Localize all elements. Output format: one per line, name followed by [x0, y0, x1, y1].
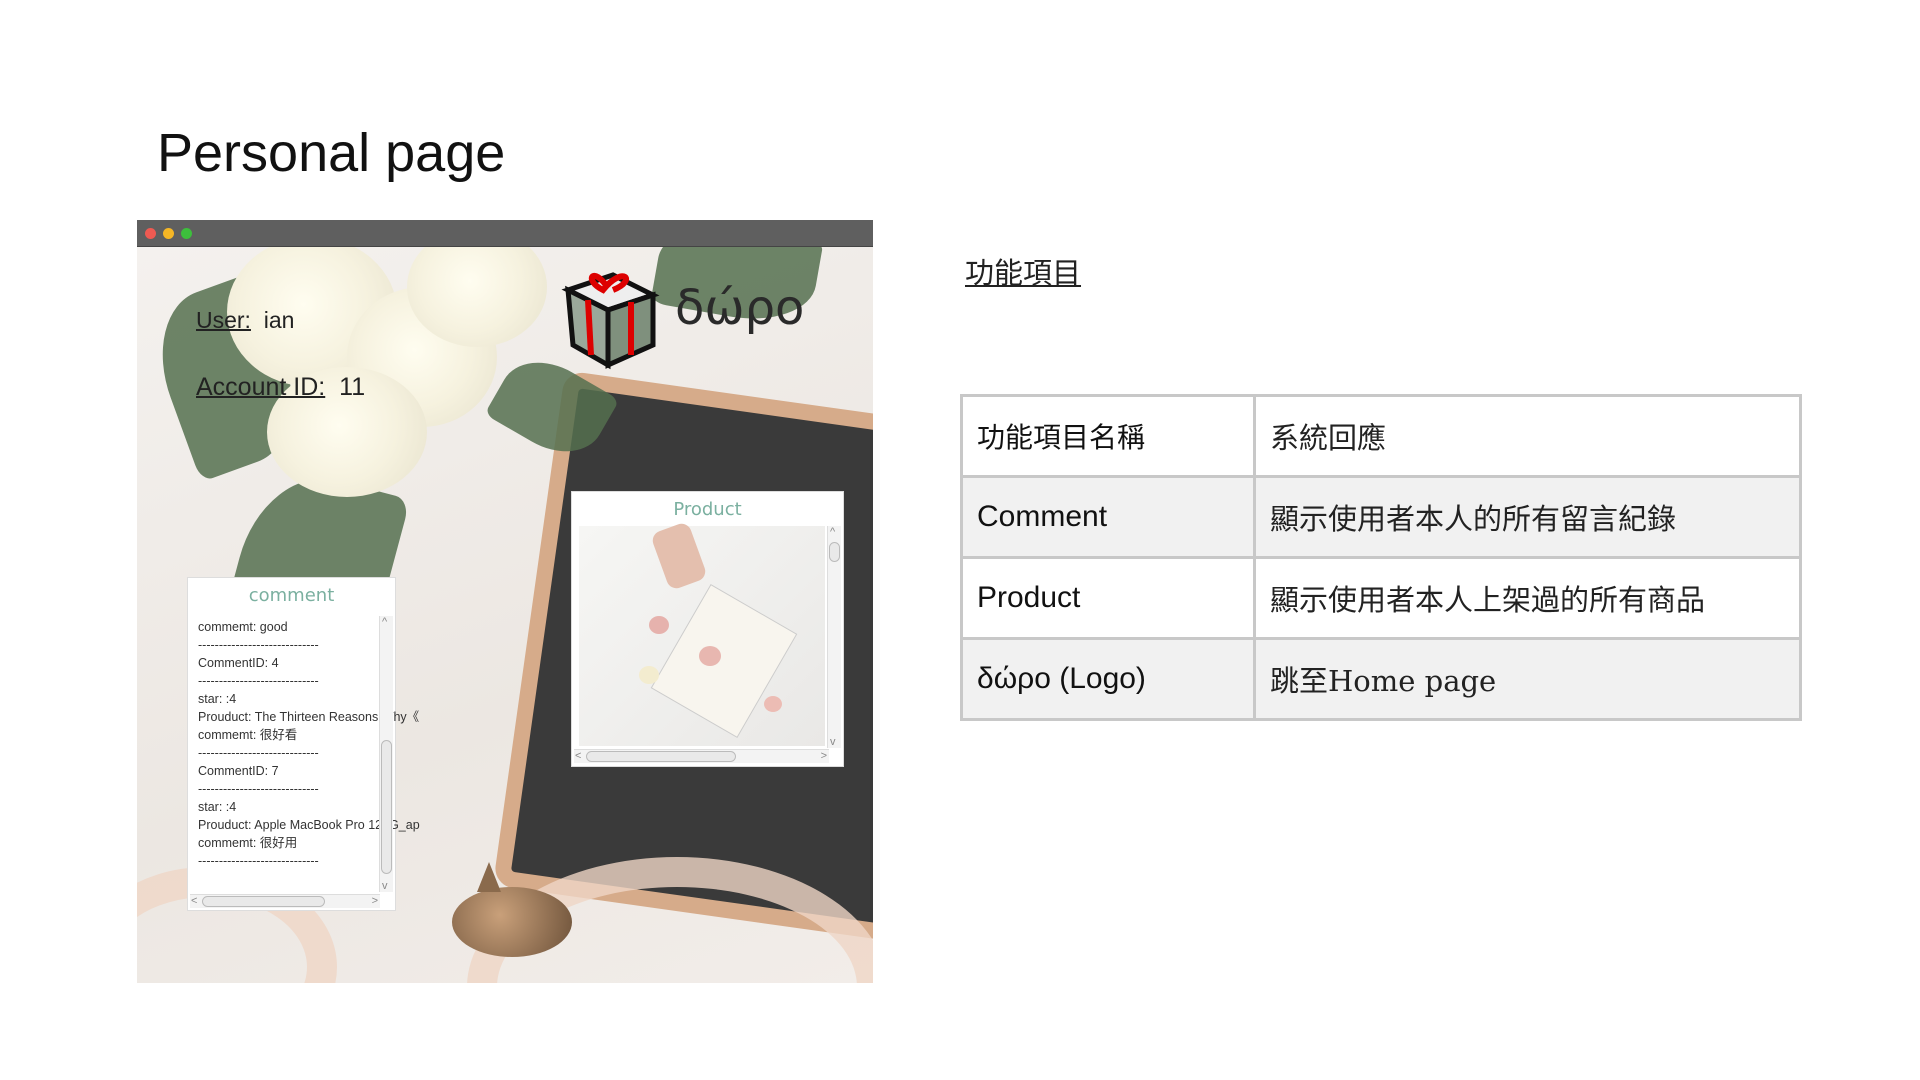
comment-line: Prouduct: Apple MacBook Pro 128G_ap — [198, 818, 420, 832]
window-titlebar — [137, 220, 873, 247]
features-table: 功能項目名稱 系統回應 Comment 顯示使用者本人的所有留言紀錄 Produ… — [960, 394, 1802, 721]
scroll-right-icon[interactable]: > — [821, 750, 827, 762]
comment-line: ----------------------------- — [198, 854, 319, 868]
table-row: Comment 顯示使用者本人的所有留言紀錄 — [960, 475, 1802, 559]
table-header-row: 功能項目名稱 系統回應 — [960, 394, 1802, 478]
comment-line: commemt: good — [198, 620, 288, 634]
comment-line: CommentID: 7 — [198, 764, 279, 778]
comment-line: star: :4 — [198, 692, 237, 706]
scroll-up-icon[interactable]: ^ — [830, 526, 835, 538]
comment-line: commemt: 很好看 — [198, 728, 298, 742]
scroll-right-icon[interactable]: > — [372, 895, 378, 907]
feature-name-cell: δώρο (Logo) — [960, 637, 1256, 721]
table-row: δώρο (Logo) 跳至Home page — [960, 637, 1802, 721]
user-value: ian — [263, 307, 295, 333]
scroll-left-icon[interactable]: < — [575, 750, 581, 762]
comment-line: CommentID: 4 — [198, 656, 279, 670]
comment-vertical-scrollbar[interactable]: ^ v — [379, 616, 393, 892]
scroll-down-icon[interactable]: v — [830, 736, 836, 748]
comment-line: ----------------------------- — [198, 638, 319, 652]
header-cell: 功能項目名稱 — [960, 394, 1256, 478]
comment-line: star: :4 — [198, 800, 237, 814]
logo-text[interactable]: δώρο — [675, 280, 804, 336]
feature-response-cell: 顯示使用者本人的所有留言紀錄 — [1253, 475, 1802, 559]
product-horizontal-scrollbar[interactable]: < > — [574, 749, 829, 763]
scroll-up-icon[interactable]: ^ — [382, 616, 387, 628]
scroll-thumb[interactable] — [586, 751, 736, 762]
product-panel-title: Product — [673, 499, 742, 520]
comment-line: commemt: 很好用 — [198, 836, 298, 850]
minimize-window-button[interactable] — [163, 228, 174, 239]
comment-line: ----------------------------- — [198, 782, 319, 796]
feature-response-cell: 顯示使用者本人上架過的所有商品 — [1253, 556, 1802, 640]
background-photo: User: ian Account ID: 11 δώρο Product ^ — [137, 247, 873, 983]
feature-response-cell: 跳至Home page — [1253, 637, 1802, 721]
comment-line: ----------------------------- — [198, 674, 319, 688]
slide-title: Personal page — [157, 123, 506, 183]
product-panel: Product ^ v < > — [571, 491, 844, 767]
app-window: User: ian Account ID: 11 δώρο Product ^ — [137, 220, 873, 983]
comment-list[interactable]: commemt: good --------------------------… — [198, 618, 430, 870]
user-label: User: — [196, 307, 251, 333]
comment-horizontal-scrollbar[interactable]: < > — [190, 894, 380, 908]
feature-name-cell: Comment — [960, 475, 1256, 559]
comment-panel-title: comment — [248, 585, 335, 606]
feature-name-cell: Product — [960, 556, 1256, 640]
scroll-down-icon[interactable]: v — [382, 880, 388, 892]
table-row: Product 顯示使用者本人上架過的所有商品 — [960, 556, 1802, 640]
close-window-button[interactable] — [145, 228, 156, 239]
cat-image — [437, 857, 572, 972]
header-cell: 系統回應 — [1253, 394, 1802, 478]
user-info: User: ian — [196, 307, 294, 334]
scroll-thumb[interactable] — [381, 740, 392, 874]
account-info: Account ID: 11 — [196, 373, 365, 402]
zoom-window-button[interactable] — [181, 228, 192, 239]
comment-line: ----------------------------- — [198, 746, 319, 760]
account-value: 11 — [339, 373, 366, 401]
product-vertical-scrollbar[interactable]: ^ v — [827, 526, 841, 748]
account-label: Account ID: — [196, 373, 326, 401]
product-image[interactable] — [579, 520, 825, 746]
comment-panel: comment commemt: good ------------------… — [187, 577, 420, 911]
gift-logo-icon[interactable] — [553, 260, 663, 370]
comment-line: Prouduct: The Thirteen Reasons Why《 — [198, 710, 420, 724]
features-heading: 功能項目 — [965, 256, 1082, 290]
scroll-thumb[interactable] — [202, 896, 325, 907]
scroll-left-icon[interactable]: < — [191, 895, 197, 907]
scroll-thumb[interactable] — [829, 542, 840, 562]
